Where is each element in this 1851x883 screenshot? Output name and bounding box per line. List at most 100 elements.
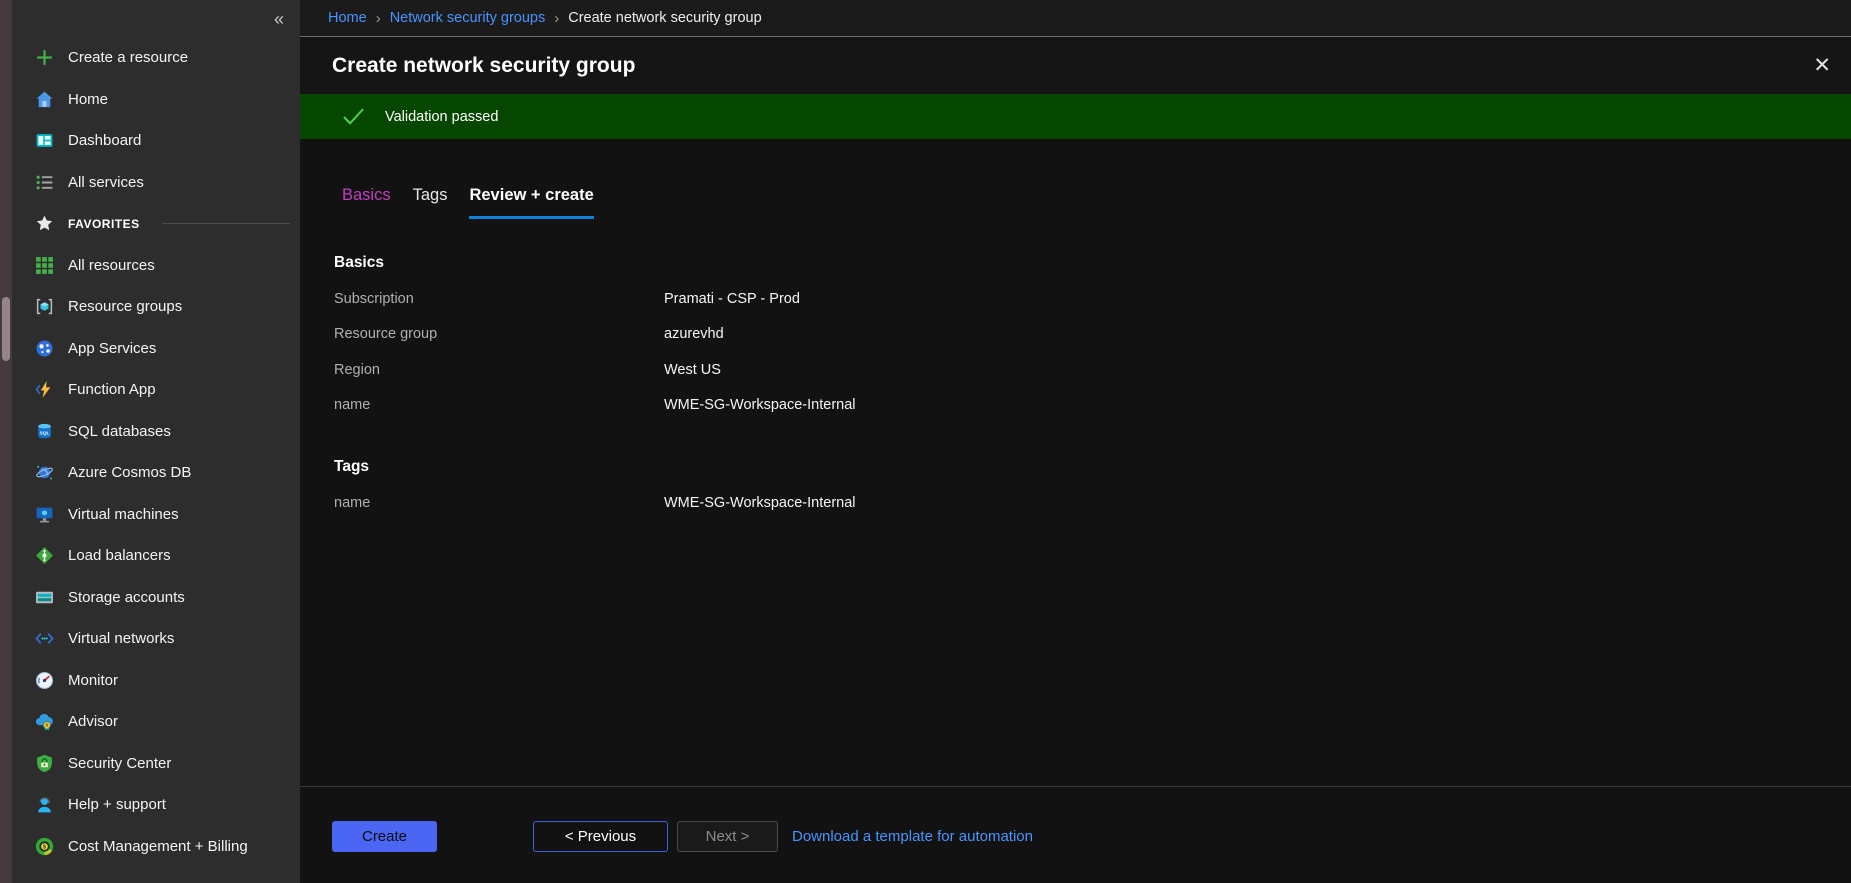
sidebar-item-storage-accounts[interactable]: Storage accounts xyxy=(12,577,300,619)
footer: Create < Previous Next > Download a temp… xyxy=(300,820,1851,852)
download-template-link[interactable]: Download a template for automation xyxy=(792,828,1033,845)
check-icon xyxy=(340,103,367,130)
tab-tags[interactable]: Tags xyxy=(413,186,448,219)
sidebar-item-help-support[interactable]: Help + support xyxy=(12,784,300,826)
monitor-icon xyxy=(34,670,54,690)
sidebar-item-label: Function App xyxy=(68,381,156,398)
review-row-label: Region xyxy=(334,362,664,378)
cosmos-db-icon xyxy=(34,463,54,483)
breadcrumb-separator-icon: › xyxy=(376,10,381,27)
sidebar-collapse-row: « xyxy=(12,0,300,37)
sidebar-item-label: SQL databases xyxy=(68,423,171,440)
sidebar-item-load-balancers[interactable]: Load balancers xyxy=(12,535,300,577)
validation-banner: Validation passed xyxy=(300,94,1851,139)
tabs: Basics Tags Review + create xyxy=(300,186,1851,219)
sidebar-item-label: Help + support xyxy=(68,796,166,813)
sidebar-item-all-resources[interactable]: All resources xyxy=(12,245,300,287)
sidebar-item-label: Virtual machines xyxy=(68,506,179,523)
create-button[interactable]: Create xyxy=(332,821,437,852)
review-row-region: RegionWest US xyxy=(334,352,1851,388)
breadcrumb-separator-icon: › xyxy=(554,10,559,27)
breadcrumb-network-security-groups[interactable]: Network security groups xyxy=(390,10,546,26)
dashboard-icon xyxy=(34,131,54,151)
review-row-value: Pramati - CSP - Prod xyxy=(664,291,800,307)
review-row-label: Resource group xyxy=(334,326,664,342)
sidebar-item-label: Create a resource xyxy=(68,49,188,66)
sidebar-item-virtual-machines[interactable]: Virtual machines xyxy=(12,494,300,536)
all-services-icon xyxy=(34,172,54,192)
previous-button[interactable]: < Previous xyxy=(533,821,668,852)
sidebar-item-home[interactable]: Home xyxy=(12,79,300,121)
review-row-resource-group: Resource groupazurevhd xyxy=(334,317,1851,353)
sidebar-item-label: Monitor xyxy=(68,672,118,689)
tab-review-create[interactable]: Review + create xyxy=(469,186,593,219)
sidebar-item-function-app[interactable]: Function App xyxy=(12,369,300,411)
tab-basics[interactable]: Basics xyxy=(342,186,391,219)
virtual-machines-icon xyxy=(34,504,54,524)
sidebar-item-label: Home xyxy=(68,91,108,108)
left-scrollbar-track[interactable] xyxy=(0,0,12,883)
sidebar-item-sql-databases[interactable]: SQL SQL databases xyxy=(12,411,300,453)
help-support-icon xyxy=(34,795,54,815)
next-button: Next > xyxy=(677,821,778,852)
section-heading: Basics xyxy=(334,245,1851,281)
sidebar-item-security-center[interactable]: Security Center xyxy=(12,743,300,785)
sidebar-item-all-services[interactable]: All services xyxy=(12,162,300,204)
sidebar-item-azure-cosmos-db[interactable]: Azure Cosmos DB xyxy=(12,452,300,494)
load-balancers-icon xyxy=(34,546,54,566)
app-services-icon xyxy=(34,338,54,358)
sidebar-item-label: Cost Management + Billing xyxy=(68,838,248,855)
sidebar-item-label: Resource groups xyxy=(68,298,182,315)
review-section-tags: TagsnameWME-SG-Workspace-Internal xyxy=(334,449,1851,521)
sidebar-item-monitor[interactable]: Monitor xyxy=(12,660,300,702)
review-row-value: West US xyxy=(664,362,721,378)
sidebar-item-label: Virtual networks xyxy=(68,630,174,647)
sidebar-item-label: App Services xyxy=(68,340,156,357)
sidebar-item-advisor[interactable]: $ Advisor xyxy=(12,701,300,743)
sidebar-item-label: Dashboard xyxy=(68,132,141,149)
function-app-icon xyxy=(34,380,54,400)
sidebar-item-virtual-networks[interactable]: Virtual networks xyxy=(12,618,300,660)
sidebar: « Create a resource Home Dashboard All serv… xyxy=(12,0,300,883)
sidebar-nav: Create a resource Home Dashboard All servic… xyxy=(12,37,300,867)
plus-icon xyxy=(34,48,54,68)
home-icon xyxy=(34,89,54,109)
svg-text:$: $ xyxy=(45,723,48,729)
sidebar-item-label: Load balancers xyxy=(68,547,171,564)
review-row-name: nameWME-SG-Workspace-Internal xyxy=(334,388,1851,424)
review-panel: BasicsSubscriptionPramati - CSP - ProdRe… xyxy=(300,245,1851,521)
collapse-sidebar-icon[interactable]: « xyxy=(274,10,284,28)
svg-text:SQL: SQL xyxy=(39,430,49,436)
sidebar-item-app-services[interactable]: App Services xyxy=(12,328,300,370)
breadcrumb-home[interactable]: Home xyxy=(328,10,367,26)
sql-databases-icon: SQL xyxy=(34,421,54,441)
validation-message: Validation passed xyxy=(385,109,498,125)
title-bar: Create network security group ✕ xyxy=(300,37,1851,94)
page-title: Create network security group xyxy=(332,54,1807,78)
review-row-label: name xyxy=(334,397,664,413)
sidebar-item-cost-management-billing[interactable]: $ Cost Management + Billing xyxy=(12,826,300,868)
sidebar-favorites-header: FAVORITES xyxy=(12,203,300,245)
sidebar-item-dashboard[interactable]: Dashboard xyxy=(12,120,300,162)
sidebar-item-resource-groups[interactable]: Resource groups xyxy=(12,286,300,328)
sidebar-item-label: FAVORITES xyxy=(68,217,140,231)
virtual-networks-icon xyxy=(34,629,54,649)
star-icon xyxy=(34,214,54,234)
close-icon[interactable]: ✕ xyxy=(1807,51,1837,80)
sidebar-item-label: Advisor xyxy=(68,713,118,730)
sidebar-item-create-a-resource[interactable]: Create a resource xyxy=(12,37,300,79)
resource-groups-icon xyxy=(34,297,54,317)
sidebar-item-label: All resources xyxy=(68,257,155,274)
all-resources-icon xyxy=(34,255,54,275)
review-section-basics: BasicsSubscriptionPramati - CSP - ProdRe… xyxy=(334,245,1851,423)
security-center-icon xyxy=(34,753,54,773)
review-row-label: name xyxy=(334,495,664,511)
review-row-value: WME-SG-Workspace-Internal xyxy=(664,397,856,413)
cost-management-icon: $ xyxy=(34,836,54,856)
advisor-icon: $ xyxy=(34,712,54,732)
breadcrumb: Home › Network security groups › Create netw… xyxy=(300,0,1851,37)
left-scrollbar-thumb[interactable] xyxy=(2,297,10,361)
breadcrumb-create-network-security-group: Create network security group xyxy=(568,10,761,26)
review-row-name: nameWME-SG-Workspace-Internal xyxy=(334,485,1851,521)
storage-accounts-icon xyxy=(34,587,54,607)
